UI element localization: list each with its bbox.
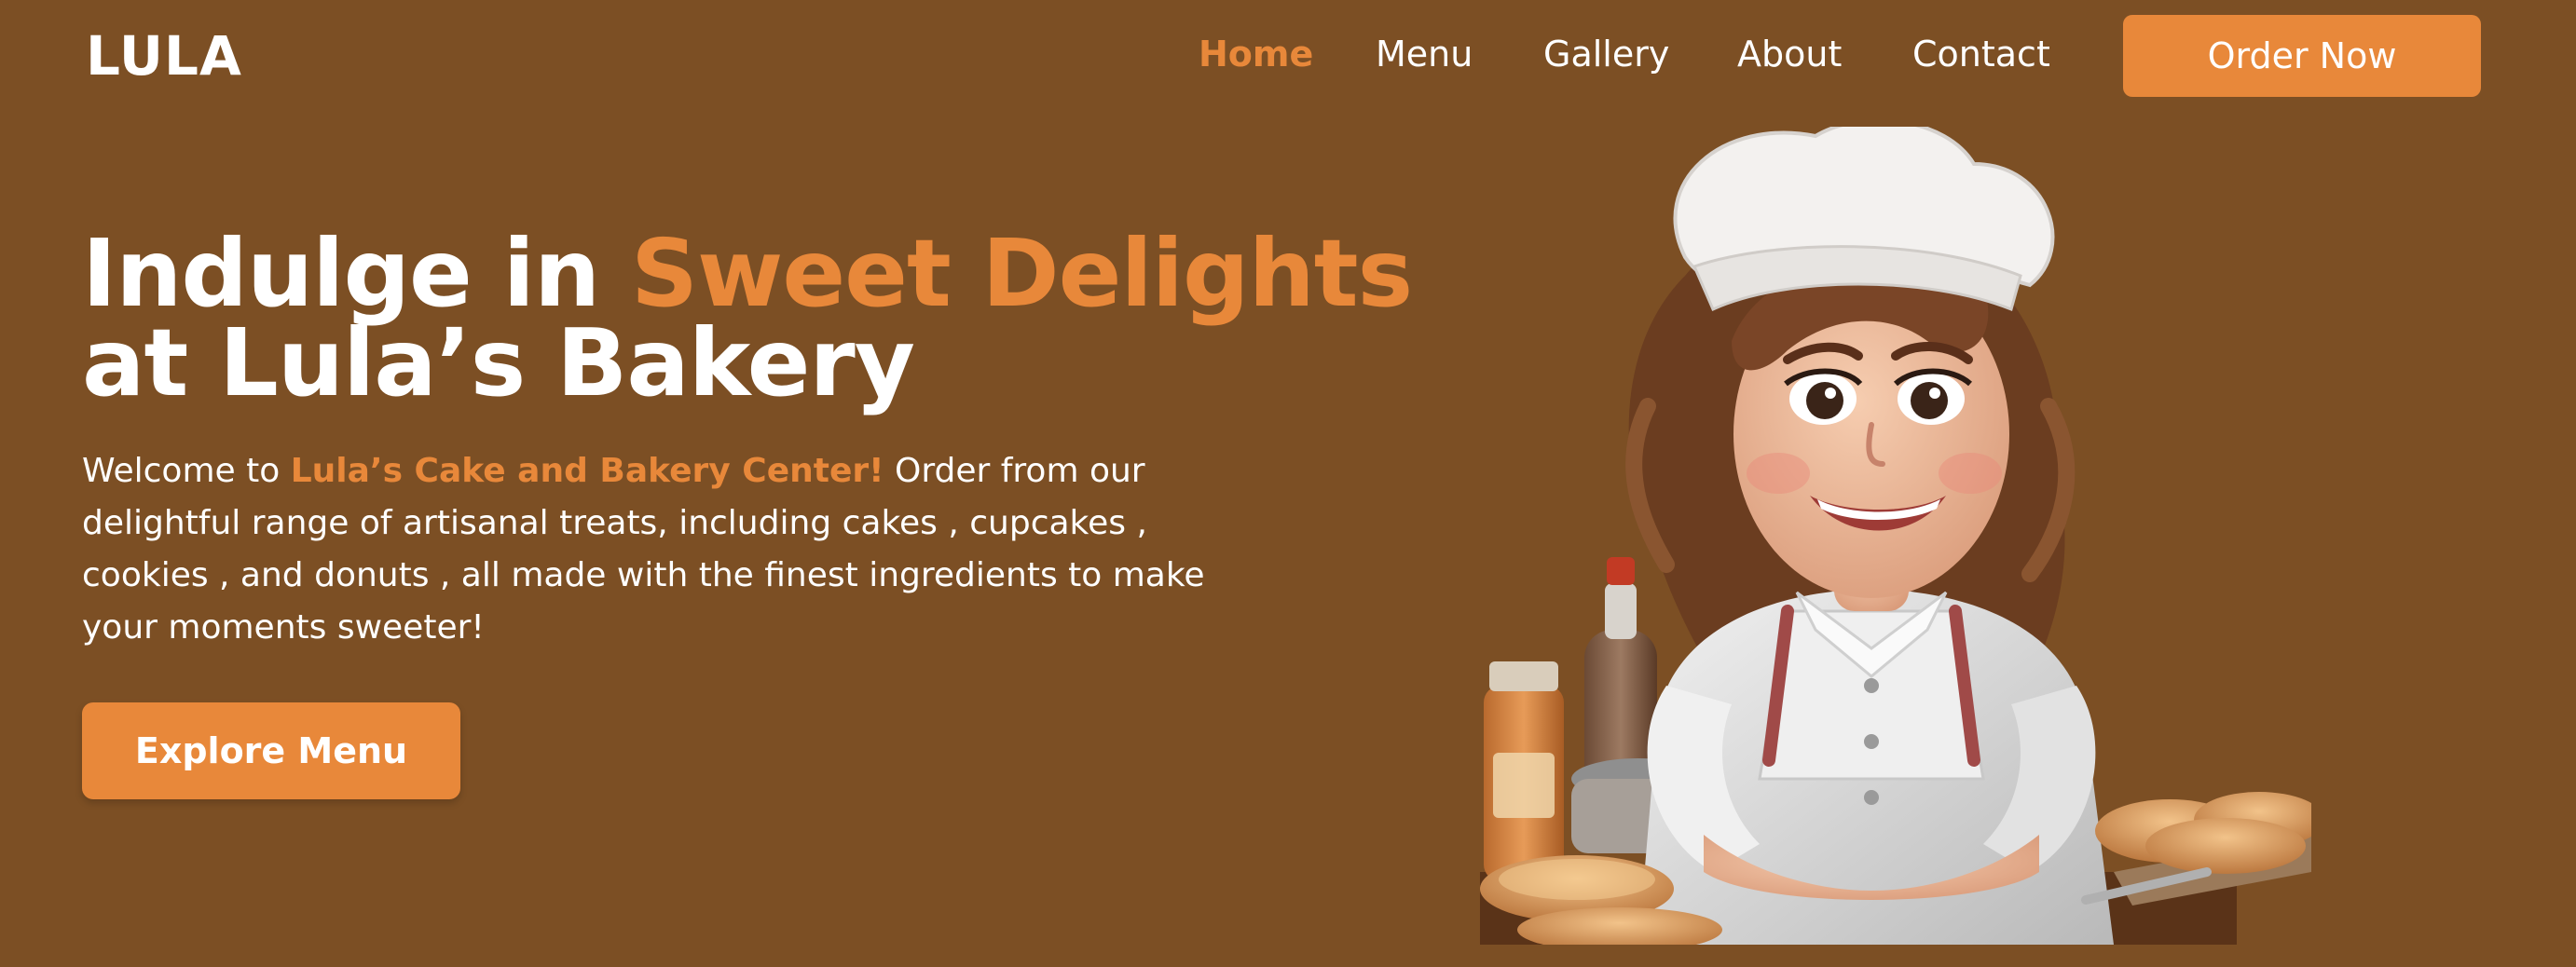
chef-illustration	[1480, 127, 2311, 945]
nav-link-about[interactable]: About	[1737, 34, 1842, 75]
hero-title-part2: at Lula’s Bakery	[82, 308, 915, 417]
nav-link-gallery[interactable]: Gallery	[1543, 34, 1669, 75]
hero-title: Indulge in Sweet Delights at Lula’s Bake…	[82, 227, 1413, 410]
top-navbar: LULA Home Menu Gallery About Contact Ord…	[0, 0, 2576, 112]
site-logo[interactable]: LULA	[86, 24, 242, 88]
nav-link-contact[interactable]: Contact	[1912, 34, 2050, 75]
hero-description: Welcome to Lula’s Cake and Bakery Center…	[82, 445, 1256, 654]
nav-link-home[interactable]: Home	[1199, 34, 1313, 75]
order-now-button[interactable]: Order Now	[2123, 15, 2481, 97]
explore-menu-button[interactable]: Explore Menu	[82, 702, 460, 799]
hero-desc-prefix: Welcome to	[82, 452, 291, 490]
nav-link-menu[interactable]: Menu	[1376, 34, 1473, 75]
hero-desc-brand: Lula’s Cake and Bakery Center!	[290, 452, 884, 490]
